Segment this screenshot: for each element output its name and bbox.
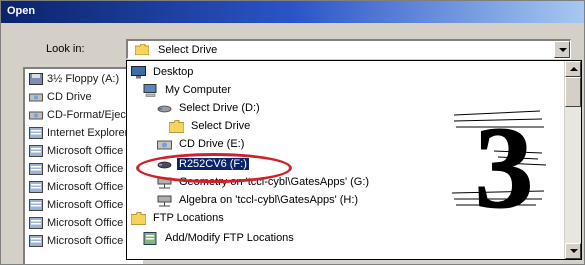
dropdown-item-label: Algebra on 'tccl-cybl\GatesApps' (H:) [179, 194, 359, 206]
look-in-label: Look in: [46, 43, 85, 55]
dropdown-item-label: Add/Modify FTP Locations [165, 232, 294, 244]
dropdown-item-label: Select Drive [191, 120, 251, 132]
file-list[interactable]: 3½ Floppy (A:) CD Drive CD-Format/Eject … [23, 67, 200, 264]
look-in-combobox[interactable]: Select Drive [126, 39, 571, 59]
file-list-item-label: 3½ Floppy (A:) [47, 73, 120, 85]
cd-drive-icon [157, 140, 172, 150]
dropdown-item-label: Geometry on 'tccl-cybl\GatesApps' (G:) [179, 176, 370, 188]
file-list-item-label: CD-Format/Eject [47, 109, 129, 121]
desktop-icon [131, 66, 146, 79]
file-list-item-label: Microsoft Office [47, 199, 124, 211]
document-icon [29, 163, 43, 175]
step-number: 3 [475, 102, 534, 231]
scroll-up-button[interactable] [565, 61, 581, 77]
open-dialog: Open Look in: Select Drive 3½ Floppy (A:… [0, 0, 585, 265]
dropdown-item-label: FTP Locations [153, 212, 224, 224]
file-list-item-label: Microsoft Office [47, 145, 124, 157]
floppy-icon [29, 73, 43, 85]
file-list-item-label: Microsoft Office [47, 163, 124, 175]
computer-icon [143, 84, 157, 97]
file-list-item-label: Internet Explorer [47, 127, 129, 139]
document-icon [29, 199, 43, 211]
document-icon [29, 181, 43, 193]
document-icon [29, 127, 43, 139]
dropdown-item-label: My Computer [165, 84, 232, 96]
file-list-item-label: CD Drive [47, 91, 92, 103]
look-in-dropdown-button[interactable] [554, 41, 570, 58]
document-icon [29, 145, 43, 157]
dropdown-item-label: R252CV6 (F:) [177, 158, 249, 170]
removable-drive-icon [157, 161, 172, 169]
dropdown-item-label: CD Drive (E:) [179, 138, 245, 150]
dropdown-item-label: Select Drive (D:) [179, 102, 260, 114]
scroll-thumb[interactable] [565, 77, 581, 107]
folder-icon [169, 120, 184, 133]
look-in-value: Select Drive [158, 44, 218, 56]
dropdown-item-label: Desktop [153, 66, 194, 78]
file-list-item-label: Microsoft Office [47, 217, 124, 229]
document-icon [29, 235, 43, 247]
document-icon [29, 217, 43, 229]
scroll-down-button[interactable] [565, 243, 581, 259]
cd-drive-icon [29, 111, 43, 120]
title-bar[interactable]: Open [1, 1, 584, 23]
folder-icon [135, 44, 149, 55]
network-drive-icon [157, 177, 172, 189]
network-drive-icon [157, 195, 172, 207]
folder-icon [131, 212, 146, 225]
file-list-item-label: Microsoft Office [47, 181, 124, 193]
dropdown-scrollbar[interactable] [564, 61, 581, 259]
ftp-icon [143, 232, 157, 245]
window-title: Open [7, 5, 36, 17]
step-number-graphic: 3 [451, 102, 547, 231]
cd-drive-icon [29, 93, 43, 102]
drive-icon [157, 105, 172, 113]
